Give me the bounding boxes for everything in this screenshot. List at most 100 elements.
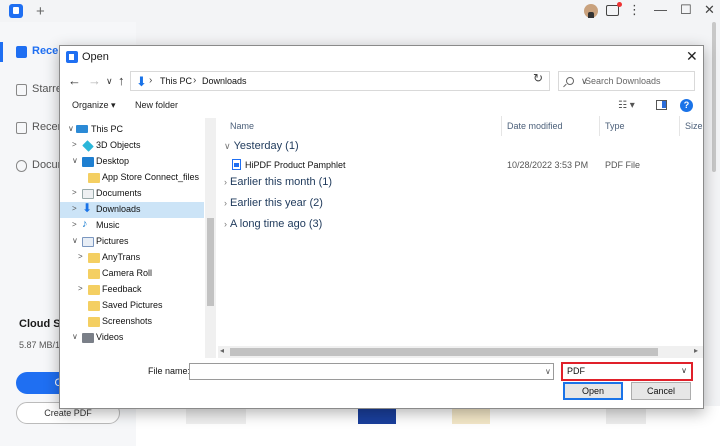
expand-toggle-icon[interactable]: ∨ [72, 332, 78, 341]
file-name-dropdown-icon[interactable]: ∨ [545, 367, 551, 376]
folder-icon [88, 269, 100, 279]
folder-icon [16, 122, 27, 134]
tree-item-app-store-connect-files[interactable]: App Store Connect_files [60, 170, 204, 186]
tree-item-anytrans[interactable]: > AnyTrans [60, 250, 204, 266]
expand-toggle-icon[interactable]: > [78, 284, 83, 293]
tree-item-label: This PC [91, 124, 124, 134]
documents-icon [82, 189, 94, 199]
file-name: HiPDF Product Pamphlet [245, 160, 346, 170]
tree-item-screenshots[interactable]: Screenshots [60, 314, 204, 330]
breadcrumb-downloads[interactable]: Downloads [202, 76, 247, 86]
column-divider[interactable] [679, 116, 680, 136]
more-options-icon[interactable]: ⋮ [628, 2, 641, 18]
tree-item-desktop[interactable]: ∨ Desktop [60, 154, 204, 170]
message-icon[interactable] [606, 2, 622, 16]
close-app-icon[interactable]: ✕ [704, 2, 715, 18]
3d-objects-icon [82, 140, 94, 152]
app-scrollbar[interactable] [712, 22, 716, 172]
organize-button[interactable]: Organize ▾ [72, 100, 116, 111]
column-header-size[interactable]: Size [685, 121, 703, 131]
minimize-icon[interactable]: — [654, 2, 667, 17]
column-header-type[interactable]: Type [605, 121, 625, 131]
column-divider[interactable] [501, 116, 502, 136]
collapse-chevron-icon: ∨ [224, 141, 231, 151]
refresh-icon[interactable]: ↻ [533, 71, 543, 85]
videos-icon [82, 333, 94, 343]
address-bar[interactable]: ⬇ › This PC › Downloads ∨ [130, 71, 588, 91]
tree-item-videos[interactable]: ∨ Videos [60, 330, 204, 346]
expand-toggle-icon[interactable]: > [78, 252, 83, 261]
expand-toggle-icon[interactable]: ∨ [72, 236, 78, 245]
breadcrumb-this-pc[interactable]: This PC [160, 76, 192, 86]
column-header-date-modified[interactable]: Date modified [507, 121, 563, 131]
forward-arrow-icon[interactable]: → [88, 73, 101, 88]
scroll-right-icon[interactable]: ▸ [694, 346, 698, 355]
tree-scrollbar-thumb[interactable] [207, 218, 214, 306]
expand-toggle-icon[interactable]: ∨ [72, 156, 78, 165]
close-icon[interactable]: ✕ [686, 48, 698, 65]
expand-toggle-icon[interactable]: > [72, 140, 77, 149]
tree-item-label: Videos [96, 332, 124, 342]
horizontal-scrollbar[interactable]: ◂ ▸ [218, 346, 703, 358]
tree-item-label: Downloads [96, 204, 141, 214]
expand-toggle-icon[interactable]: > [72, 220, 77, 229]
file-type-select[interactable]: PDF ∨ [561, 362, 693, 381]
expand-toggle-icon[interactable]: ∨ [68, 124, 74, 133]
downloads-icon: ⬇ [82, 201, 93, 215]
search-box[interactable]: Search Downloads [558, 71, 695, 91]
tree-item-feedback[interactable]: > Feedback [60, 282, 204, 298]
back-arrow-icon[interactable]: ← [68, 73, 81, 88]
tree-item-downloads[interactable]: > ⬇ Downloads [60, 201, 204, 218]
folder-icon [88, 301, 100, 311]
app-titlebar: + ⋮ — ☐ ✕ [0, 0, 720, 22]
open-button[interactable]: Open [563, 382, 623, 400]
scroll-left-icon[interactable]: ◂ [220, 346, 224, 355]
recent-locations-icon[interactable]: ∨ [106, 76, 113, 87]
cloud-icon [16, 160, 27, 172]
navigation-tree: ∨ This PC > 3D Objects ∨ Desktop App Sto… [60, 118, 216, 358]
group-label: Yesterday (1) [233, 140, 299, 152]
new-tab-icon[interactable]: + [36, 3, 45, 20]
group-header-yesterday[interactable]: ∨ Yesterday (1) [224, 140, 299, 152]
view-options-icon[interactable]: ☷ ▾ [618, 100, 635, 111]
tree-item-label: Saved Pictures [102, 300, 163, 310]
music-icon: ♪ [82, 218, 88, 230]
search-input[interactable]: Search Downloads [585, 76, 661, 86]
horizontal-scrollbar-thumb[interactable] [230, 348, 658, 356]
command-bar: Organize ▾ New folder ☷ ▾ ? [60, 96, 703, 116]
navigation-bar: ← → ∨ ↑ ⬇ › This PC › Downloads ∨ ↻ Sear… [60, 68, 703, 94]
expand-chevron-icon: › [224, 177, 227, 187]
group-header-earlier-this-month[interactable]: › Earlier this month (1) [224, 176, 332, 188]
file-name-input[interactable] [189, 363, 554, 380]
up-arrow-icon[interactable]: ↑ [118, 73, 125, 88]
desktop-icon [82, 157, 94, 167]
maximize-icon[interactable]: ☐ [680, 2, 692, 18]
tree-item-label: Documents [96, 188, 142, 198]
preview-pane-icon[interactable] [656, 100, 667, 110]
column-header-name[interactable]: Name [230, 121, 254, 131]
tree-item-saved-pictures[interactable]: Saved Pictures [60, 298, 204, 314]
cancel-button[interactable]: Cancel [631, 382, 691, 400]
open-dialog: Open ✕ ← → ∨ ↑ ⬇ › This PC › Downloads ∨… [59, 45, 704, 409]
tree-item-label: Camera Roll [102, 268, 153, 278]
expand-toggle-icon[interactable]: > [72, 188, 77, 197]
help-icon[interactable]: ? [680, 99, 693, 112]
tree-scrollbar[interactable] [205, 118, 216, 358]
tree-item-3d-objects[interactable]: > 3D Objects [60, 138, 204, 154]
pdf-file-icon [232, 159, 241, 170]
tree-item-label: AnyTrans [102, 252, 141, 262]
tree-item-music[interactable]: > ♪ Music [60, 218, 204, 234]
avatar[interactable] [584, 4, 598, 18]
folder-icon [88, 253, 100, 263]
group-header-earlier-this-year[interactable]: › Earlier this year (2) [224, 197, 323, 209]
pc-icon [76, 125, 88, 133]
tree-item-pictures[interactable]: ∨ Pictures [60, 234, 204, 250]
group-header-a-long-time-ago[interactable]: › A long time ago (3) [224, 218, 322, 230]
new-folder-button[interactable]: New folder [135, 100, 178, 110]
file-row[interactable]: HiPDF Product Pamphlet 10/28/2022 3:53 P… [218, 157, 703, 173]
tree-item-this-pc[interactable]: ∨ This PC [60, 122, 204, 138]
tree-item-documents[interactable]: > Documents [60, 186, 204, 202]
column-divider[interactable] [599, 116, 600, 136]
tree-item-camera-roll[interactable]: Camera Roll [60, 266, 204, 282]
expand-toggle-icon[interactable]: > [72, 204, 77, 213]
